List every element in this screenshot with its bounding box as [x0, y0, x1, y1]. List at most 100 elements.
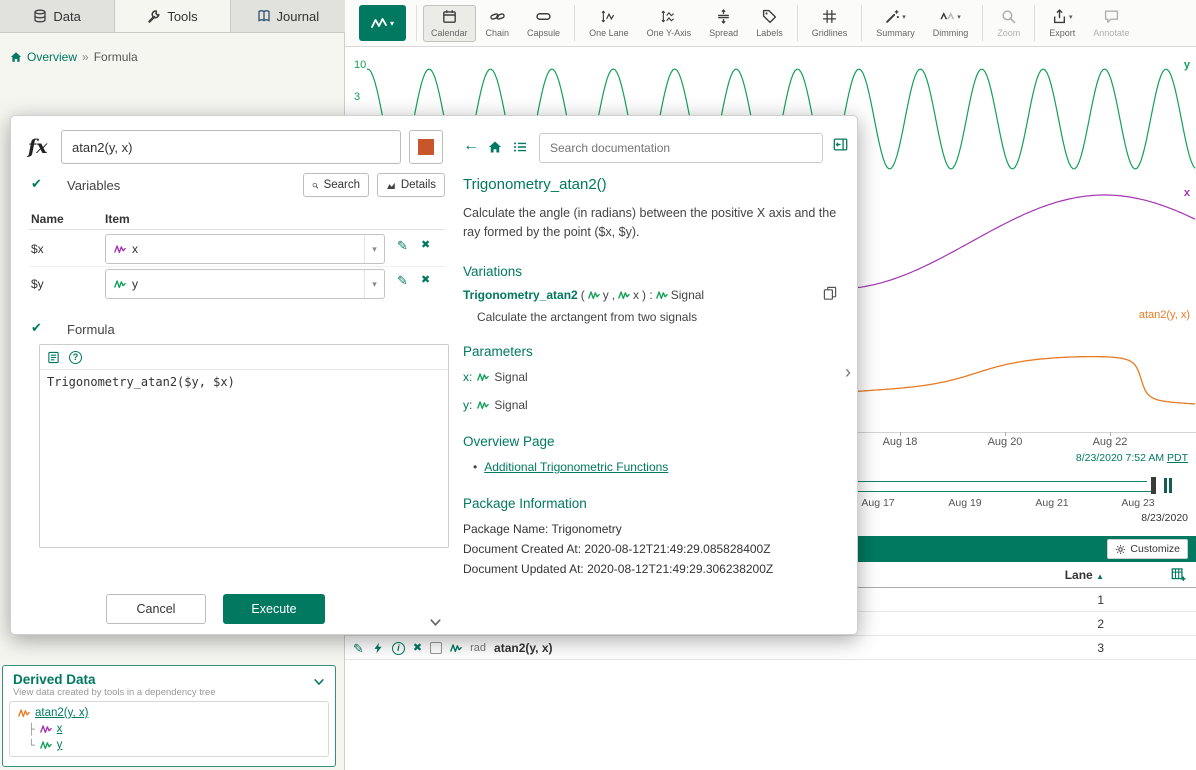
- slider-tick-label: Aug 17: [861, 497, 894, 509]
- formula-code[interactable]: Trigonometry_atan2($y, $x): [40, 370, 448, 394]
- toolbar-separator: [416, 5, 417, 41]
- wrench-icon: [147, 9, 161, 23]
- search-icon: [312, 180, 319, 191]
- copy-icon[interactable]: [823, 286, 837, 300]
- toolbar-separator: [574, 5, 575, 41]
- docs-search-input[interactable]: [539, 133, 823, 163]
- toolbar-label: One Lane: [589, 28, 629, 38]
- toolbar-gridlines-button[interactable]: Gridlines: [804, 5, 856, 42]
- help-icon[interactable]: ?: [69, 351, 82, 364]
- check-icon: ✔: [31, 320, 42, 336]
- database-icon: [33, 9, 47, 23]
- customize-button[interactable]: Customize: [1107, 539, 1188, 559]
- series-label-atan2[interactable]: atan2(y, x): [1139, 309, 1190, 321]
- toolbar-annotate-button[interactable]: Annotate: [1085, 5, 1137, 42]
- lane-column-header[interactable]: Lane ▲: [1065, 568, 1104, 582]
- capsule-icon: [536, 9, 551, 24]
- docs-index-icon[interactable]: [513, 140, 527, 154]
- gear-icon: [1115, 544, 1126, 555]
- search-button-label: Search: [324, 179, 360, 191]
- toolbar-label: Zoom: [997, 28, 1020, 38]
- slider-handle[interactable]: [1151, 477, 1156, 494]
- delete-variable-icon[interactable]: ✖: [421, 240, 430, 251]
- table-row-atan2[interactable]: ✎ i ✖ rad atan2(y, x) 3: [345, 636, 1196, 660]
- details-button[interactable]: Details: [377, 173, 445, 197]
- toolbar-summary-button[interactable]: ▾ Summary: [868, 5, 923, 42]
- toolbar-export-button[interactable]: ▾ Export: [1041, 5, 1083, 42]
- signal-name: atan2(y, x): [494, 641, 552, 655]
- docs-back-icon[interactable]: ←: [463, 137, 479, 155]
- derive-bolt-icon[interactable]: [372, 642, 384, 654]
- tab-tools[interactable]: Tools: [115, 0, 230, 32]
- overview-link[interactable]: Additional Trigonometric Functions: [484, 460, 668, 474]
- docs-home-icon[interactable]: [488, 140, 502, 154]
- chart-type-dropdown[interactable]: ▾: [359, 5, 406, 41]
- signal-icon: [40, 723, 52, 735]
- toolbar-label: Chain: [486, 28, 510, 38]
- timezone-link[interactable]: PDT: [1167, 452, 1188, 464]
- toolbar-label: Labels: [756, 28, 783, 38]
- remove-icon[interactable]: ✖: [413, 643, 422, 654]
- tree-link-y[interactable]: y: [57, 739, 63, 751]
- breadcrumb-separator: »: [82, 50, 89, 64]
- tab-journal[interactable]: Journal: [231, 0, 345, 32]
- color-picker-button[interactable]: [409, 130, 443, 164]
- cancel-button[interactable]: Cancel: [106, 594, 206, 624]
- tab-tools-label: Tools: [167, 9, 197, 24]
- search-variables-button[interactable]: Search: [303, 173, 369, 197]
- row-checkbox[interactable]: [430, 642, 442, 654]
- toolbar-zoom-button[interactable]: Zoom: [989, 5, 1028, 42]
- formula-editor[interactable]: ? Trigonometry_atan2($y, $x): [39, 344, 449, 548]
- toolbar-separator: [861, 5, 862, 41]
- series-label-x[interactable]: x: [1184, 187, 1190, 199]
- signature-comma: ,: [612, 288, 615, 302]
- chain-icon: [490, 9, 505, 24]
- slider-grip[interactable]: [1164, 478, 1172, 493]
- tab-data[interactable]: Data: [0, 0, 115, 32]
- execute-button[interactable]: Execute: [223, 594, 325, 624]
- item-select-value: y: [132, 277, 138, 291]
- docs-expand-chevron-icon[interactable]: ›: [845, 362, 851, 383]
- formula-tool-modal: fx ✔ Variables Search Details Name Item …: [10, 115, 858, 635]
- series-label-y[interactable]: y: [1184, 59, 1190, 71]
- item-select-x[interactable]: x ▾: [105, 234, 385, 264]
- toolbar-label: Capsule: [527, 28, 560, 38]
- signature-function-name: Trigonometry_atan2: [463, 288, 578, 302]
- toolbar-capsule-button[interactable]: Capsule: [519, 5, 568, 42]
- parameter-name: y:: [463, 398, 472, 412]
- collapse-modal-chevron-icon[interactable]: [429, 616, 442, 629]
- document-icon[interactable]: [47, 351, 60, 364]
- signal-icon: [114, 243, 126, 255]
- edit-variable-icon[interactable]: ✎: [397, 239, 408, 252]
- edit-variable-icon[interactable]: ✎: [397, 274, 408, 287]
- collapse-chevron-icon[interactable]: [313, 676, 325, 688]
- dependency-tree: atan2(y, x) ├ x └ y: [9, 701, 329, 757]
- overview-list-item: • Additional Trigonometric Functions: [473, 460, 668, 474]
- home-icon[interactable]: [10, 51, 22, 63]
- formula-name-input[interactable]: [61, 130, 401, 164]
- breadcrumb-overview-link[interactable]: Overview: [27, 50, 77, 64]
- parameter-row: x: Signal: [463, 370, 528, 384]
- toolbar-dimming-button[interactable]: ▾ Dimming: [925, 5, 977, 42]
- docs-panel-toggle-icon[interactable]: [833, 137, 848, 152]
- toolbar-spread-button[interactable]: Spread: [701, 5, 746, 42]
- slider-tick-label: Aug 23: [1121, 497, 1154, 509]
- item-select-y[interactable]: y ▾: [105, 269, 385, 299]
- x-axis-label: Aug 18: [883, 436, 918, 448]
- delete-variable-icon[interactable]: ✖: [421, 275, 430, 286]
- toolbar-one-lane-button[interactable]: One Lane: [581, 5, 637, 42]
- toolbar-labels-button[interactable]: Labels: [748, 5, 791, 42]
- toolbar-one-y-axis-button[interactable]: One Y-Axis: [639, 5, 700, 42]
- details-button-label: Details: [401, 179, 436, 191]
- add-column-icon[interactable]: [1171, 567, 1186, 582]
- tree-link-atan2[interactable]: atan2(y, x): [35, 707, 88, 719]
- signature-close-paren: ) :: [642, 288, 653, 302]
- toolbar-calendar-button[interactable]: Calendar: [423, 5, 476, 42]
- info-icon[interactable]: i: [392, 642, 405, 655]
- edit-icon[interactable]: ✎: [353, 642, 364, 655]
- toolbar-separator: [797, 5, 798, 41]
- slider-date: 8/23/2020: [1141, 512, 1188, 524]
- lane-value: 3: [1097, 641, 1104, 655]
- toolbar-chain-button[interactable]: Chain: [478, 5, 518, 42]
- tree-link-x[interactable]: x: [57, 723, 63, 735]
